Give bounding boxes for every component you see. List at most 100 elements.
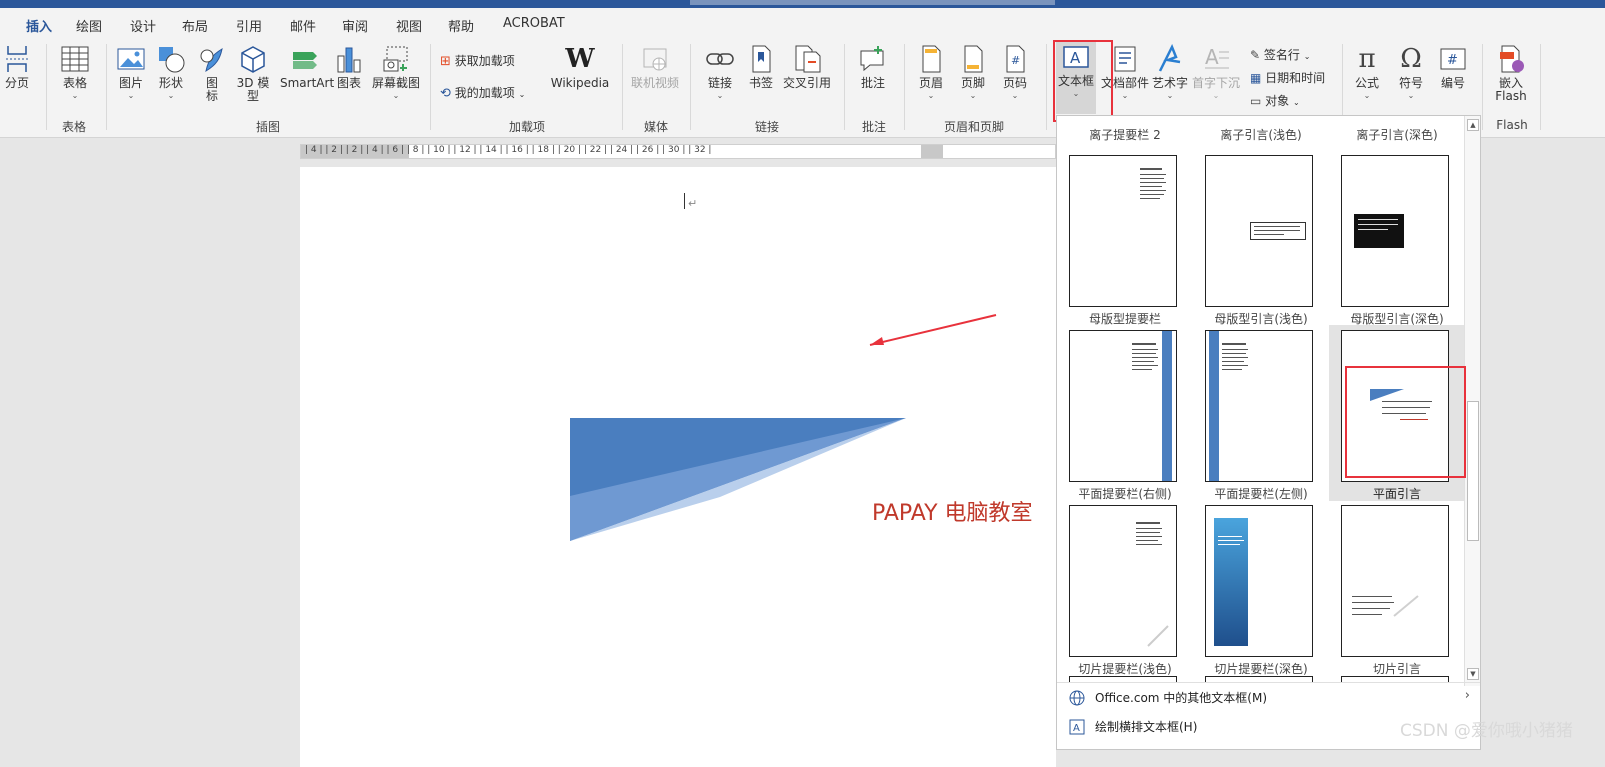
group-separator [844,44,845,130]
video-icon [643,48,667,71]
group-separator [106,44,107,130]
footer-button[interactable]: 页脚 ⌄ [956,44,990,100]
page-number-icon: # [1006,45,1025,73]
dropcap-icon: A [1205,45,1229,69]
group-separator [1540,44,1541,130]
comment-button[interactable]: 批注 [856,44,890,91]
get-addins-button[interactable]: ⊞ 获取加载项 [440,52,515,69]
header-button[interactable]: 页眉 ⌄ [914,44,948,100]
gallery-item-slice-quote[interactable]: 切片引言 [1329,500,1465,676]
tab-acrobat[interactable]: ACROBAT [503,16,565,31]
group-label-media: 媒体 [643,120,668,134]
gallery-thumbnail [1205,505,1313,657]
scroll-up-icon[interactable]: ▲ [1467,119,1479,131]
globe-icon [1069,690,1085,709]
tab-references[interactable]: 引用 [236,16,262,35]
chevron-down-icon: ⌄ [167,91,175,100]
gallery-item-slice-sidebar-dark[interactable]: 切片提要栏(深色) [1193,500,1329,676]
shapes-button[interactable]: 形状 ⌄ [156,44,186,100]
cross-reference-button[interactable]: 交叉引用 [782,44,832,91]
object-button[interactable]: ▭ 对象 ⌄ [1250,92,1300,109]
gallery-item-austin-quote-dark[interactable]: 母版型引言(深色) [1329,150,1465,326]
tab-design[interactable]: 设计 [130,16,156,35]
3d-model-button[interactable]: 3D 模 型 [236,44,270,104]
scroll-down-icon[interactable]: ▼ [1467,668,1479,680]
link-button[interactable]: 链接 ⌄ [704,44,736,100]
comment-icon [860,46,884,72]
tab-help[interactable]: 帮助 [448,16,474,35]
pi-icon: π [1358,44,1376,74]
gallery-item-flat-sidebar-left[interactable]: 平面提要栏(左侧) [1193,325,1329,501]
tab-draw[interactable]: 绘图 [76,16,102,35]
annotation-arrow [869,314,997,346]
document-page[interactable]: ↵ PAPAY 电脑教室 [300,167,1056,767]
svg-text:#: # [1447,53,1458,68]
chevron-down-icon: ⌄ [927,91,935,100]
textbox-small-icon: A [1069,719,1085,738]
equation-button[interactable]: π 公式 ⌄ [1350,44,1384,100]
link-icon [706,53,734,65]
icons-button[interactable]: 图 标 [198,44,226,104]
more-textboxes-menu-item[interactable]: Office.com 中的其他文本框(M) › [1057,683,1480,711]
page-number-button[interactable]: # 页码 ⌄ [998,44,1032,100]
smartart-button[interactable]: SmartArt [280,44,334,91]
svg-text:A: A [1205,45,1219,69]
picture-button[interactable]: 图片 ⌄ [116,44,146,100]
ribbon-tabs: 插入 绘图 设计 布局 引用 邮件 审阅 视图 帮助 ACROBAT [0,8,1605,41]
ruler-right-margin [921,145,943,158]
tab-mailings[interactable]: 邮件 [290,16,316,35]
number-button[interactable]: # 编号 [1436,44,1470,91]
gallery-item-label[interactable]: 离子提要栏 2 [1057,126,1193,143]
group-label-flash: Flash [1496,118,1528,132]
gallery-scrollbar[interactable]: ▲ ▼ [1464,116,1480,686]
chevron-down-icon: ⌄ [1011,91,1019,100]
chevron-down-icon: ⌄ [1303,52,1311,61]
watermark: CSDN @爱你哦小猪猪 [1400,721,1573,741]
flash-icon [1500,45,1524,73]
header-icon [922,45,941,73]
scroll-thumb[interactable] [1467,401,1479,541]
gallery-item-austin-quote-light[interactable]: 母版型引言(浅色) [1193,150,1329,326]
wikipedia-button[interactable]: W Wikipedia [548,44,612,91]
online-video-button[interactable]: 联机视频 [630,44,680,91]
bar-chart-icon [337,47,361,73]
chevron-down-icon: ⌄ [127,91,135,100]
tab-view[interactable]: 视图 [396,16,422,35]
group-label-addins: 加载项 [508,120,545,134]
gallery-thumbnail [1205,155,1313,307]
object-icon: ▭ [1250,94,1262,108]
gallery-item-austin-sidebar[interactable]: 母版型提要栏 [1057,150,1193,326]
textbox-highlight [1053,40,1113,122]
chevron-down-icon: ⌄ [716,91,724,100]
footer-icon [964,45,983,73]
date-time-button[interactable]: ▦ 日期和时间 [1250,69,1325,86]
chevron-down-icon: ⌄ [1363,91,1371,100]
store-icon: ⊞ [440,54,451,69]
horizontal-ruler[interactable]: | 4 | | 2 | | 2 | | 4 | | 6 | | 8 | | 10… [300,144,1056,159]
screenshot-button[interactable]: 屏幕截图 ⌄ [370,44,422,100]
gallery-item-slice-sidebar-light[interactable]: 切片提要栏(浅色) [1057,500,1193,676]
bookmark-button[interactable]: 书签 [746,44,776,91]
gallery-item-flat-sidebar-right[interactable]: 平面提要栏(右侧) [1057,325,1193,501]
gallery-item-label[interactable]: 离子引言(深色) [1329,126,1465,143]
omega-icon: Ω [1400,44,1422,74]
symbol-button[interactable]: Ω 符号 ⌄ [1394,44,1428,100]
number-icon: # [1440,48,1466,70]
dropcap-button[interactable]: A 首字下沉 ⌄ [1190,44,1242,100]
svg-text:#: # [1011,54,1020,67]
title-search-box[interactable] [690,0,1055,5]
tab-review[interactable]: 审阅 [342,16,368,35]
group-separator [1046,44,1047,130]
page-break-button[interactable]: 分页 [2,44,32,91]
wordart-button[interactable]: 艺术字 ⌄ [1150,44,1190,100]
table-button[interactable]: 表格 ⌄ [58,44,92,100]
embed-flash-button[interactable]: 嵌入 Flash [1490,44,1532,104]
tab-layout[interactable]: 布局 [182,16,208,35]
svg-text:A: A [1073,723,1080,734]
chart-button[interactable]: 图表 [334,44,364,91]
my-addins-button[interactable]: ⟲ 我的加载项 ⌄ [440,84,525,101]
signature-line-button[interactable]: ✎ 签名行 ⌄ [1250,46,1310,63]
gallery-item-label[interactable]: 离子引言(浅色) [1193,126,1329,143]
gallery-thumbnail [1069,505,1177,657]
tab-insert[interactable]: 插入 [26,16,53,41]
